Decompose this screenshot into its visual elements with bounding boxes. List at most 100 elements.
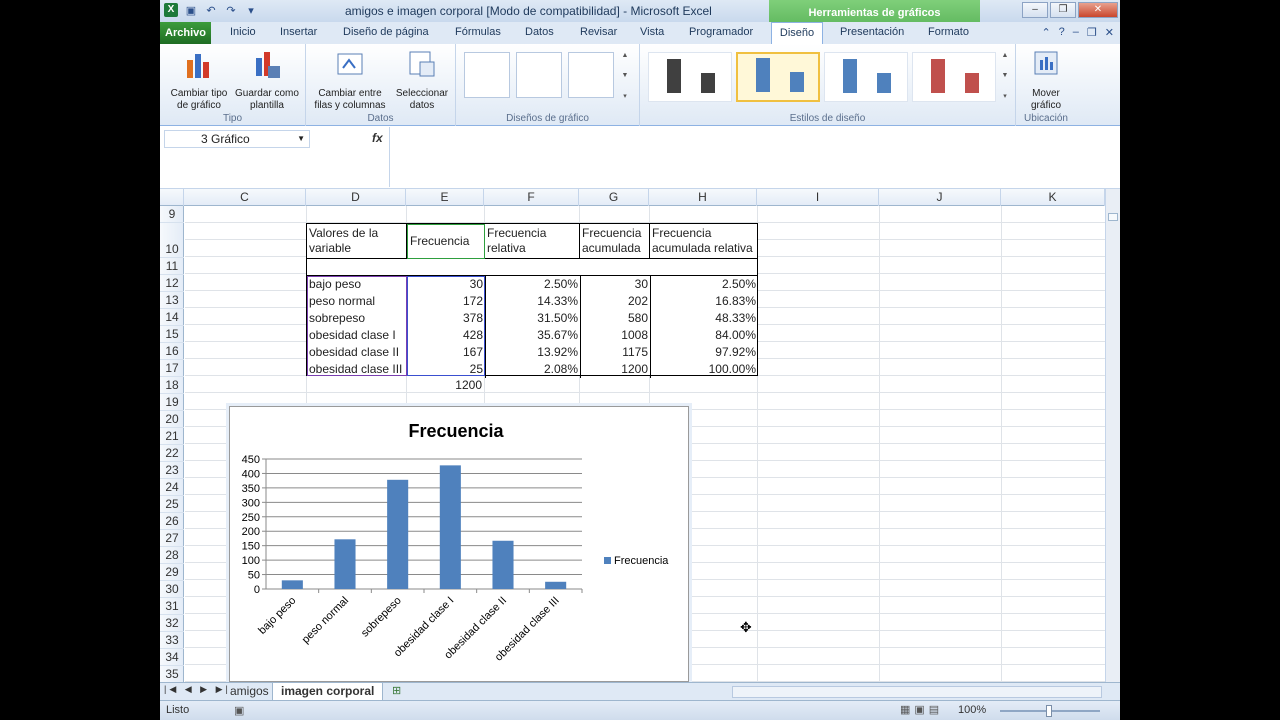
- insert-sheet-icon[interactable]: ⊞: [392, 684, 401, 697]
- table-cell-acumulada[interactable]: 1175: [580, 344, 650, 361]
- table-cell-relativa[interactable]: 2.50%: [485, 276, 580, 293]
- tab-datos[interactable]: Datos: [525, 26, 554, 38]
- horizontal-scrollbar[interactable]: [732, 686, 1102, 698]
- table-cell-relativa[interactable]: 14.33%: [485, 293, 580, 310]
- layout-gallery-scroll[interactable]: ▲ ▼ ▾: [620, 52, 630, 100]
- table-cell-acum-relativa[interactable]: 84.00%: [650, 327, 758, 344]
- header-frecuencia-acumulada[interactable]: Frecuencia acumulada: [580, 224, 650, 259]
- workbook-restore-icon[interactable]: ❐: [1087, 26, 1097, 39]
- row-header[interactable]: 27: [160, 530, 184, 547]
- row-header[interactable]: 29: [160, 564, 184, 581]
- select-all-corner[interactable]: [160, 189, 184, 206]
- table-row-label[interactable]: peso normal: [307, 293, 407, 310]
- row-header[interactable]: 20: [160, 411, 184, 428]
- table-cell-relativa[interactable]: 35.67%: [485, 327, 580, 344]
- sheet-tab-imagen-corporal[interactable]: imagen corporal: [272, 683, 384, 701]
- row-header[interactable]: 31: [160, 598, 184, 615]
- name-box[interactable]: 3 Gráfico ▼: [164, 130, 310, 148]
- tab-insertar[interactable]: Insertar: [280, 26, 317, 38]
- table-cell-acumulada[interactable]: 580: [580, 310, 650, 327]
- table-cell-acum-relativa[interactable]: 48.33%: [650, 310, 758, 327]
- row-header[interactable]: 33: [160, 632, 184, 649]
- table-cell-relativa[interactable]: 31.50%: [485, 310, 580, 327]
- column-header-e[interactable]: E: [406, 189, 484, 206]
- sheet-tab-amigos[interactable]: amigos: [222, 683, 277, 701]
- row-header[interactable]: 18: [160, 377, 184, 394]
- layout-option-1[interactable]: [464, 52, 510, 98]
- undo-icon[interactable]: ↶: [204, 3, 218, 17]
- tab-programador[interactable]: Programador: [689, 26, 753, 38]
- row-header[interactable]: 11: [160, 258, 184, 275]
- row-header[interactable]: 26: [160, 513, 184, 530]
- table-cell-frecuencia[interactable]: 172: [407, 293, 485, 310]
- row-header[interactable]: 17: [160, 360, 184, 377]
- column-header-d[interactable]: D: [306, 189, 406, 206]
- customize-toolbar-icon[interactable]: ▾: [244, 3, 258, 17]
- row-header[interactable]: 34: [160, 649, 184, 666]
- tab-formato[interactable]: Formato: [928, 26, 969, 38]
- header-frecuencia-acumulada-relativa[interactable]: Frecuencia acumulada relativa: [650, 224, 758, 259]
- tab-diseno[interactable]: Diseño: [771, 22, 823, 44]
- column-header-c[interactable]: C: [184, 189, 306, 206]
- macro-record-icon[interactable]: ▣: [234, 704, 244, 717]
- table-cell-acum-relativa[interactable]: 100.00%: [650, 361, 758, 378]
- row-header[interactable]: 16: [160, 343, 184, 360]
- table-cell-frecuencia[interactable]: 428: [407, 327, 485, 344]
- row-header[interactable]: 13: [160, 292, 184, 309]
- row-header[interactable]: 23: [160, 462, 184, 479]
- column-header-g[interactable]: G: [579, 189, 649, 206]
- style-option-1[interactable]: [648, 52, 732, 102]
- tab-inicio[interactable]: Inicio: [230, 26, 256, 38]
- minimize-button[interactable]: –: [1022, 2, 1048, 18]
- vertical-scroll-thumb[interactable]: [1108, 213, 1118, 221]
- zoom-slider-thumb[interactable]: [1046, 705, 1052, 717]
- help-icon[interactable]: ?: [1059, 26, 1065, 39]
- row-header[interactable]: 30: [160, 581, 184, 598]
- close-button[interactable]: ✕: [1078, 2, 1118, 18]
- workbook-close-icon[interactable]: ✕: [1105, 26, 1114, 39]
- table-row-label[interactable]: sobrepeso: [307, 310, 407, 327]
- table-cell-frecuencia[interactable]: 25: [407, 361, 485, 378]
- row-header[interactable]: 25: [160, 496, 184, 513]
- table-cell-acum-relativa[interactable]: 16.83%: [650, 293, 758, 310]
- insert-function-icon[interactable]: fx: [372, 131, 383, 145]
- move-chart-button[interactable]: Mover gráfico: [1020, 48, 1072, 112]
- workbook-minimize-icon[interactable]: –: [1073, 26, 1079, 39]
- row-header[interactable]: 9: [160, 206, 184, 223]
- restore-button[interactable]: ❐: [1050, 2, 1076, 18]
- row-header[interactable]: 10: [160, 223, 184, 258]
- table-row-label[interactable]: obesidad clase II: [307, 344, 407, 361]
- select-data-button[interactable]: Seleccionar datos: [390, 48, 454, 112]
- header-frecuencia-relativa[interactable]: Frecuencia relativa: [485, 224, 580, 259]
- table-row-label[interactable]: obesidad clase III: [307, 361, 407, 378]
- row-header[interactable]: 19: [160, 394, 184, 411]
- table-cell-frecuencia[interactable]: 30: [407, 276, 485, 293]
- row-header[interactable]: 32: [160, 615, 184, 632]
- tab-revisar[interactable]: Revisar: [580, 26, 617, 38]
- row-header[interactable]: 14: [160, 309, 184, 326]
- header-valores[interactable]: Valores de la variable: [307, 224, 407, 259]
- view-buttons[interactable]: ▦▣▤: [900, 703, 943, 716]
- row-header[interactable]: 22: [160, 445, 184, 462]
- row-header[interactable]: 15: [160, 326, 184, 343]
- save-template-button[interactable]: Guardar como plantilla: [230, 48, 304, 112]
- style-option-2[interactable]: [736, 52, 820, 102]
- tab-diseno-pagina[interactable]: Diseño de página: [343, 26, 429, 38]
- table-cell-acumulada[interactable]: 1008: [580, 327, 650, 344]
- change-chart-type-button[interactable]: Cambiar tipo de gráfico: [164, 48, 234, 112]
- column-header-j[interactable]: J: [879, 189, 1001, 206]
- table-cell-acumulada[interactable]: 1200: [580, 361, 650, 378]
- table-cell-acum-relativa[interactable]: 97.92%: [650, 344, 758, 361]
- minimize-ribbon-icon[interactable]: ⌃: [1041, 26, 1050, 39]
- style-gallery-scroll[interactable]: ▲ ▼ ▾: [1000, 52, 1010, 100]
- table-cell-frecuencia[interactable]: 378: [407, 310, 485, 327]
- column-header-f[interactable]: F: [484, 189, 579, 206]
- table-row-label[interactable]: obesidad clase I: [307, 327, 407, 344]
- table-row-label[interactable]: bajo peso: [307, 276, 407, 293]
- row-header[interactable]: 24: [160, 479, 184, 496]
- vertical-scrollbar[interactable]: [1105, 189, 1120, 683]
- switch-rows-columns-button[interactable]: Cambiar entre filas y columnas: [312, 48, 388, 112]
- total-frecuencia[interactable]: 1200: [406, 377, 484, 393]
- formula-input[interactable]: [389, 127, 1107, 187]
- row-header[interactable]: 21: [160, 428, 184, 445]
